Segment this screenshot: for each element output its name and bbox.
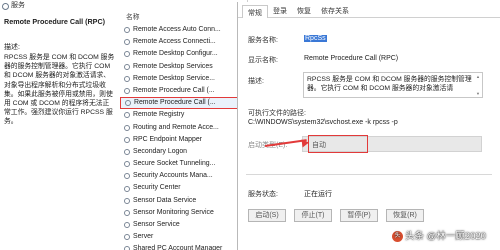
display-name-label: 显示名称: [248,57,278,64]
service-gear-icon [124,246,130,250]
tab-recovery[interactable]: 恢复 [292,4,316,17]
service-row[interactable]: Shared PC Account Manager [120,243,248,250]
description-box[interactable]: RPCSS 服务是 COM 和 DCOM 服务器的服务控制管理器。它执行 COM… [303,72,483,98]
service-gear-icon [124,112,130,119]
service-gear-icon [124,88,130,95]
service-gear-icon [124,136,130,143]
service-gear-icon [124,75,130,82]
service-row-label: Shared PC Account Manager [133,245,223,250]
services-title-bar: 服务 [0,0,247,12]
service-row[interactable]: Remote Access Auto Conn... [120,24,248,36]
service-gear-icon [124,173,130,180]
service-gear-icon [124,124,130,131]
services-gear-icon [2,2,9,10]
detail-desc-label: 描述: [4,44,20,51]
service-row[interactable]: Security Accounts Mana... [120,170,248,182]
service-row-label: Security Center [133,184,181,192]
service-row-label: Remote Access Auto Conn... [133,26,221,33]
service-gear-icon [124,39,130,46]
annotation-arrow-head [301,138,310,148]
service-row-label: RPC Endpoint Mapper [133,135,202,143]
service-row-label: Server [133,233,154,241]
detail-description: RPCSS 服务是 COM 和 DCOM 服务器的服务控制管理器。它执行 COM… [4,54,115,126]
service-gear-icon [124,222,130,229]
service-gear-icon [124,51,130,58]
tab-general[interactable]: 常规 [242,5,268,18]
service-row-label: Remote Registry [133,111,185,119]
watermark: 头头条 @林一顾2020 [392,228,486,242]
tab-logon[interactable]: 登录 [268,4,292,17]
service-row-label: Remote Desktop Service... [133,74,215,82]
service-row-label: Remote Desktop Configur... [133,50,218,58]
service-row[interactable]: Sensor Data Service [120,195,248,207]
stop-button[interactable]: 停止(T) [294,209,332,222]
service-gear-icon [124,197,130,204]
service-row-label: Sensor Service [133,221,180,228]
service-name-value[interactable]: RpcSs [304,35,327,42]
service-row[interactable]: Remote Access Connecti... [120,36,248,48]
detail-service-name: Remote Procedure Call (RPC) [4,17,106,26]
service-row-label: Remote Procedure Call (... [134,99,216,107]
service-row-label: Sensor Data Service [133,196,197,204]
service-row[interactable]: Security Center [120,182,248,194]
column-header-name[interactable]: 名称 [120,12,248,24]
service-status-label: 服务状态: [248,191,278,198]
service-row-label: Remote Desktop Services [133,62,213,70]
service-row[interactable]: Secure Socket Tunneling... [120,158,248,170]
service-row[interactable]: Remote Registry [120,109,248,121]
service-row[interactable]: Remote Procedure Call (... [120,85,248,97]
watermark-text: 头条 @林一顾2020 [405,231,486,242]
exe-path-label: 可执行文件的路径: [248,110,306,117]
service-row[interactable]: Remote Desktop Configur... [120,48,248,60]
service-row[interactable]: Sensor Monitoring Service [120,207,248,219]
service-row[interactable]: Remote Desktop Service... [120,73,248,85]
section-divider [246,174,492,175]
resume-button[interactable]: 恢复(R) [386,209,424,222]
service-detail-pane: Remote Procedure Call (RPC) 描述: RPCSS 服务… [4,16,116,127]
service-row[interactable]: Server [120,231,248,243]
service-row[interactable]: Sensor Service [120,219,248,231]
service-row-label: Remote Access Connecti... [133,38,216,46]
service-gear-icon [124,63,130,70]
exe-path-value: C:\WINDOWS\system32\svchost.exe -k rpcss… [248,119,398,126]
service-row-label: Secure Socket Tunneling... [133,160,216,168]
service-gear-icon [124,209,130,216]
description-text: RPCSS 服务是 COM 和 DCOM 服务器的服务控制管理器。它执行 COM… [307,76,472,92]
service-gear-icon [124,234,130,241]
service-row-label: Routing and Remote Acce... [133,123,219,131]
service-row[interactable]: RPC Endpoint Mapper [120,134,248,146]
service-row[interactable]: Remote Procedure Call (... [120,97,248,110]
services-title: 服务 [11,2,25,9]
pause-button[interactable]: 暂停(P) [340,209,378,222]
service-status-value: 正在运行 [304,191,332,198]
watermark-badge-icon: 头 [392,230,403,242]
startup-highlight-box [308,135,368,153]
start-button[interactable]: 启动(S) [248,209,286,222]
service-rows: Remote Access Auto Conn... Remote Access … [120,24,248,250]
service-list: 名称 Remote Access Auto Conn... Remote Acce… [120,12,248,250]
service-row[interactable]: Routing and Remote Acce... [120,122,248,134]
service-gear-icon [125,100,131,107]
properties-tabs: 常规 登录 恢复 依存关系 [238,2,500,18]
service-row-label: Security Accounts Mana... [133,172,213,180]
service-row[interactable]: Secondary Logon [120,146,248,158]
service-row-label: Sensor Monitoring Service [133,208,214,216]
services-window: 服务 Remote Procedure Call (RPC) 描述: RPCSS… [0,0,248,250]
service-gear-icon [124,148,130,155]
service-gear-icon [124,185,130,192]
properties-dialog: 常规 登录 恢复 依存关系 服务名称: RpcSs 显示名称: Remote P… [237,2,500,250]
service-row[interactable]: Remote Desktop Services [120,61,248,73]
service-name-label: 服务名称: [248,37,278,44]
service-gear-icon [124,161,130,168]
scroll-up-icon[interactable]: ▲ [476,74,481,79]
service-row-label: Remote Procedure Call (... [133,86,215,94]
scroll-down-icon[interactable]: ▼ [476,91,481,96]
description-label: 描述: [248,78,264,85]
service-row-label: Secondary Logon [133,147,188,155]
tab-dependencies[interactable]: 依存关系 [316,4,354,17]
service-gear-icon [124,27,130,34]
display-name-value[interactable]: Remote Procedure Call (RPC) [304,55,398,62]
